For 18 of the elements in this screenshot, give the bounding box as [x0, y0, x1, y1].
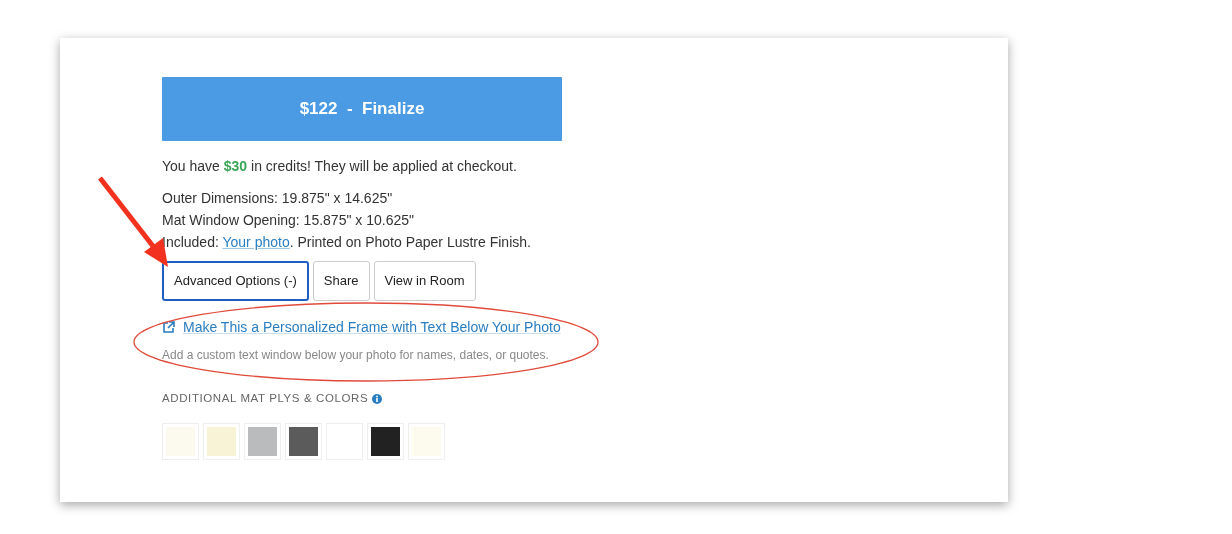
- photo-link[interactable]: Your photo: [222, 234, 290, 250]
- section-title: ADDITIONAL MAT PLYS & COLORS: [162, 391, 369, 406]
- included-label: Included:: [162, 234, 220, 250]
- option-button[interactable]: Advanced Options (-): [162, 261, 309, 301]
- detail-line: Outer Dimensions: 19.875" x 14.625": [162, 189, 394, 208]
- external-link-icon: [162, 321, 175, 334]
- detail-line: Mat Window Opening: 15.875" x 10.625": [162, 211, 415, 230]
- personalize-link[interactable]: Make This a Personalized Frame with Text Below Your Photo: [162, 317, 561, 338]
- personalize-hint: Add a custom text window below your photo for names, dates, or quotes.: [162, 347, 550, 364]
- option-button[interactable]: Share: [312, 261, 370, 301]
- included-text: . Printed on Photo Paper Lustre Finish.: [289, 234, 531, 250]
- info-icon[interactable]: [372, 393, 383, 404]
- option-button[interactable]: View in Room: [373, 261, 476, 301]
- color-swatch[interactable]: [285, 423, 322, 461]
- credits-note: You have $30 in credits! They will be applied at checkout.: [162, 157, 518, 175]
- color-swatch[interactable]: [203, 423, 240, 461]
- color-swatch[interactable]: [244, 423, 281, 461]
- color-swatch[interactable]: [367, 423, 404, 461]
